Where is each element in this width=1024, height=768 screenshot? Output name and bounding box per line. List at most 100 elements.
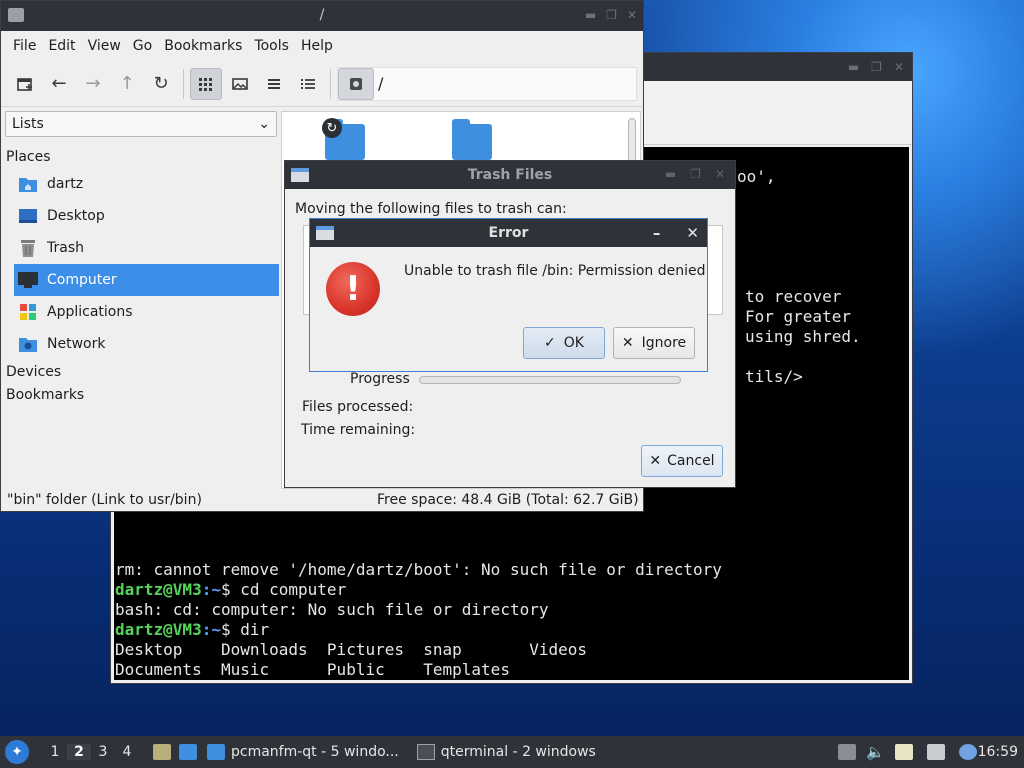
close-icon[interactable]: ✕ <box>627 8 637 22</box>
menu-go[interactable]: Go <box>127 38 158 54</box>
place-dartz[interactable]: dartz <box>3 168 279 200</box>
place-network[interactable]: Network <box>3 328 279 360</box>
clipboard-icon[interactable] <box>894 744 913 760</box>
path-text[interactable]: / <box>378 74 383 93</box>
places-heading[interactable]: Places <box>3 145 279 168</box>
tray-eject-icon[interactable] <box>838 744 856 760</box>
terminal-line-partial: For greater <box>745 307 851 326</box>
reload-icon: ↻ <box>153 73 169 94</box>
desktop-switch-4[interactable]: 4 <box>115 744 139 760</box>
minimize-icon[interactable]: – <box>653 224 661 242</box>
toolbar: ← → ↑ ↻ / <box>1 61 643 107</box>
terminal-line-partial: oo', <box>737 167 776 186</box>
status-selection: "bin" folder (Link to usr/bin) <box>7 492 202 508</box>
network-icon <box>17 333 39 355</box>
cancel-label: Cancel <box>667 453 715 469</box>
prompt-path: :~ <box>201 620 221 639</box>
close-icon[interactable]: ✕ <box>686 224 699 242</box>
bookmarks-heading[interactable]: Bookmarks <box>3 383 279 406</box>
close-icon[interactable]: ✕ <box>715 167 725 181</box>
detailed-view-button[interactable] <box>292 68 324 100</box>
side-pane-mode-select[interactable]: Lists ⌄ <box>5 111 277 137</box>
menu-edit[interactable]: Edit <box>42 38 81 54</box>
ignore-button[interactable]: ✕ Ignore <box>613 327 695 359</box>
ok-label: OK <box>563 335 584 351</box>
desktop-icon <box>17 205 39 227</box>
menu-help[interactable]: Help <box>295 38 339 54</box>
task-pcmanfm[interactable]: pcmanfm-qt - 5 windo... <box>201 738 405 766</box>
maximize-icon[interactable]: ❐ <box>690 167 701 181</box>
desktop-switch-3[interactable]: 3 <box>91 744 115 760</box>
trash-icon <box>17 237 39 259</box>
toolbar-separator <box>330 68 331 99</box>
minimize-icon[interactable]: ▬ <box>585 8 596 22</box>
maximize-icon[interactable]: ❐ <box>871 60 882 74</box>
menu-bookmarks[interactable]: Bookmarks <box>158 38 248 54</box>
place-applications[interactable]: Applications <box>3 296 279 328</box>
link-overlay-icon: ↻ <box>322 118 342 138</box>
file-manager-titlebar[interactable]: / ▬ ❐ ✕ <box>1 1 643 31</box>
volume-icon[interactable]: 🔈 <box>866 743 885 761</box>
taskbar: ✦ 1 2 3 4 pcmanfm-qt - 5 windo... qtermi… <box>0 736 1024 768</box>
quicklaunch-folder-icon[interactable] <box>179 744 197 760</box>
forward-button[interactable]: → <box>77 68 109 100</box>
back-button[interactable]: ← <box>43 68 75 100</box>
maximize-icon[interactable]: ❐ <box>606 8 617 22</box>
new-tab-button[interactable] <box>9 68 41 100</box>
terminal-line-partial: using shred. <box>745 327 861 346</box>
path-root-button[interactable] <box>338 67 374 100</box>
folder-item-icon[interactable] <box>452 119 492 160</box>
menu-file[interactable]: File <box>7 38 42 54</box>
minimize-icon[interactable]: ▬ <box>848 60 859 74</box>
network-tray-icon[interactable] <box>926 744 945 760</box>
place-label: Desktop <box>47 208 105 224</box>
up-button[interactable]: ↑ <box>111 68 143 100</box>
error-message: Unable to trash file /bin: Permission de… <box>404 263 706 279</box>
terminal-output-line: bash: cd: computer: No such file or dire… <box>115 600 549 619</box>
ok-button[interactable]: ✓ OK <box>523 327 605 359</box>
error-dialog-titlebar[interactable]: Error – ✕ <box>310 219 707 247</box>
task-label: pcmanfm-qt - 5 windo... <box>231 744 399 760</box>
error-dialog[interactable]: Error – ✕ ! Unable to trash file /bin: P… <box>309 218 708 372</box>
checkmark-icon: ✓ <box>544 335 556 351</box>
place-label: Trash <box>47 240 84 256</box>
trash-description: Moving the following files to trash can: <box>295 201 567 217</box>
menubar: File Edit View Go Bookmarks Tools Help <box>1 31 643 61</box>
icon-view-button[interactable] <box>190 67 222 100</box>
arrow-up-icon: ↑ <box>119 73 135 94</box>
place-label: Network <box>47 336 106 352</box>
devices-heading[interactable]: Devices <box>3 360 279 383</box>
status-bar: "bin" folder (Link to usr/bin) Free spac… <box>1 489 643 511</box>
menu-view[interactable]: View <box>82 38 127 54</box>
time-remaining-label: Time remaining: <box>301 422 416 438</box>
reload-button[interactable]: ↻ <box>145 68 177 100</box>
place-trash[interactable]: Trash <box>3 232 279 264</box>
update-notifier-icon[interactable] <box>958 744 977 760</box>
terminal-prompt-line: dartz@VM3:~$ dir <box>115 620 269 640</box>
cancel-button[interactable]: ✕ Cancel <box>641 445 723 477</box>
path-bar[interactable]: / <box>337 66 637 101</box>
grid-icon <box>199 77 212 91</box>
computer-icon <box>17 269 39 291</box>
compact-view-button[interactable] <box>258 68 290 100</box>
close-icon[interactable]: ✕ <box>894 60 904 74</box>
task-qterminal[interactable]: qterminal - 2 windows <box>411 738 602 766</box>
prompt-command: $ cd computer <box>220 580 347 599</box>
cancel-x-icon: ✕ <box>649 453 662 469</box>
drive-icon <box>350 77 362 90</box>
clock[interactable]: 16:59 <box>978 744 1018 760</box>
terminal-line-partial: tils/> <box>745 367 803 386</box>
place-desktop[interactable]: Desktop <box>3 200 279 232</box>
show-desktop-icon[interactable] <box>153 744 171 760</box>
menu-tools[interactable]: Tools <box>248 38 295 54</box>
desktop-switch-2[interactable]: 2 <box>67 744 91 760</box>
thumbnail-view-button[interactable] <box>224 68 256 100</box>
place-computer[interactable]: Computer <box>14 264 279 296</box>
detailed-list-icon <box>301 78 315 89</box>
start-menu-button[interactable]: ✦ <box>5 740 29 764</box>
trash-dialog-titlebar[interactable]: Trash Files ▬ ❐ ✕ <box>285 161 735 189</box>
chevron-down-icon: ⌄ <box>258 116 270 132</box>
minimize-icon[interactable]: ▬ <box>665 167 676 181</box>
files-processed-label: Files processed: <box>302 399 414 415</box>
desktop-switch-1[interactable]: 1 <box>43 744 67 760</box>
